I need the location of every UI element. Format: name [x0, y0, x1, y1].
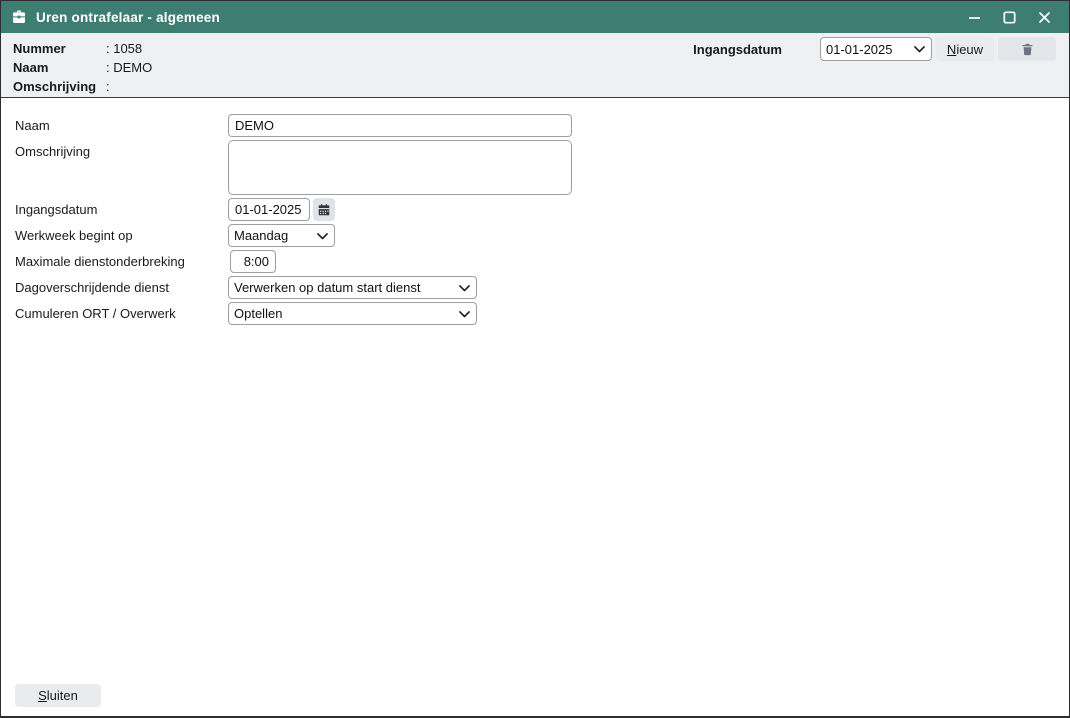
- title-bar: Uren ontrafelaar - algemeen: [1, 1, 1069, 33]
- nieuw-button[interactable]: Nieuw: [936, 37, 994, 61]
- form-row-naam: Naam: [15, 114, 1069, 137]
- omschrijving-label: Omschrijving: [13, 77, 106, 96]
- nummer-label: Nummer: [13, 39, 106, 58]
- record-header: Nummer : 1058 Naam : DEMO Omschrijving :…: [1, 33, 1069, 98]
- minimize-button[interactable]: [967, 10, 981, 24]
- werkweek-select[interactable]: Maandag: [228, 224, 335, 247]
- naam-field-label: Naam: [15, 114, 228, 137]
- ingangsdatum-field-label: Ingangsdatum: [15, 198, 228, 221]
- window-controls: [967, 10, 1059, 24]
- dagoverschrijdende-select-wrap: Verwerken op datum start dienst: [228, 276, 477, 299]
- window-title: Uren ontrafelaar - algemeen: [36, 10, 220, 25]
- max-dienstonderbreking-input[interactable]: [230, 250, 276, 273]
- naam-value: : DEMO: [106, 58, 152, 77]
- max-dienstonderbreking-label: Maximale dienstonderbreking: [15, 250, 228, 273]
- cumuleren-select[interactable]: Optellen: [228, 302, 477, 325]
- delete-button[interactable]: [998, 37, 1056, 61]
- app-window: Uren ontrafelaar - algemeen Nummer : 105…: [0, 0, 1070, 718]
- form-row-ingangsdatum: Ingangsdatum: [15, 198, 1069, 221]
- naam-input[interactable]: [228, 114, 572, 137]
- maximize-button[interactable]: [1002, 10, 1016, 24]
- cumuleren-label: Cumuleren ORT / Overwerk: [15, 302, 228, 325]
- omschrijving-textarea[interactable]: [228, 140, 572, 195]
- close-button[interactable]: [1037, 10, 1051, 24]
- trash-icon: [1020, 42, 1035, 57]
- ingangsdatum-header-label: Ingangsdatum: [693, 42, 782, 57]
- form-row-max-dienstonderbreking: Maximale dienstonderbreking: [15, 250, 1069, 273]
- header-actions: Ingangsdatum 01-01-2025 Nieuw: [693, 37, 1056, 61]
- dagoverschrijdende-label: Dagoverschrijdende dienst: [15, 276, 228, 299]
- ingangsdatum-input[interactable]: [228, 198, 310, 221]
- form-row-cumuleren: Cumuleren ORT / Overwerk Optellen: [15, 302, 1069, 325]
- calendar-icon: [317, 203, 331, 217]
- sluiten-button[interactable]: Sluiten: [15, 684, 101, 707]
- dagoverschrijdende-select[interactable]: Verwerken op datum start dienst: [228, 276, 477, 299]
- header-row-omschrijving: Omschrijving :: [13, 77, 1069, 96]
- nummer-value: : 1058: [106, 39, 142, 58]
- form-content: Naam Omschrijving Ingangsdatum Werkweek …: [1, 98, 1069, 716]
- ingangsdatum-version-select[interactable]: 01-01-2025: [820, 37, 932, 61]
- form-row-werkweek: Werkweek begint op Maandag: [15, 224, 1069, 247]
- ingangsdatum-version-select-wrap: 01-01-2025: [820, 37, 932, 61]
- content-spacer: [15, 328, 1069, 684]
- omschrijving-value: :: [106, 77, 110, 96]
- werkweek-select-wrap: Maandag: [228, 224, 335, 247]
- briefcase-icon: [11, 9, 27, 25]
- naam-label: Naam: [13, 58, 106, 77]
- form-row-omschrijving: Omschrijving: [15, 140, 1069, 195]
- cumuleren-select-wrap: Optellen: [228, 302, 477, 325]
- omschrijving-field-label: Omschrijving: [15, 140, 228, 163]
- calendar-button[interactable]: [313, 198, 335, 221]
- form-row-dagoverschrijdende: Dagoverschrijdende dienst Verwerken op d…: [15, 276, 1069, 299]
- werkweek-field-label: Werkweek begint op: [15, 224, 228, 247]
